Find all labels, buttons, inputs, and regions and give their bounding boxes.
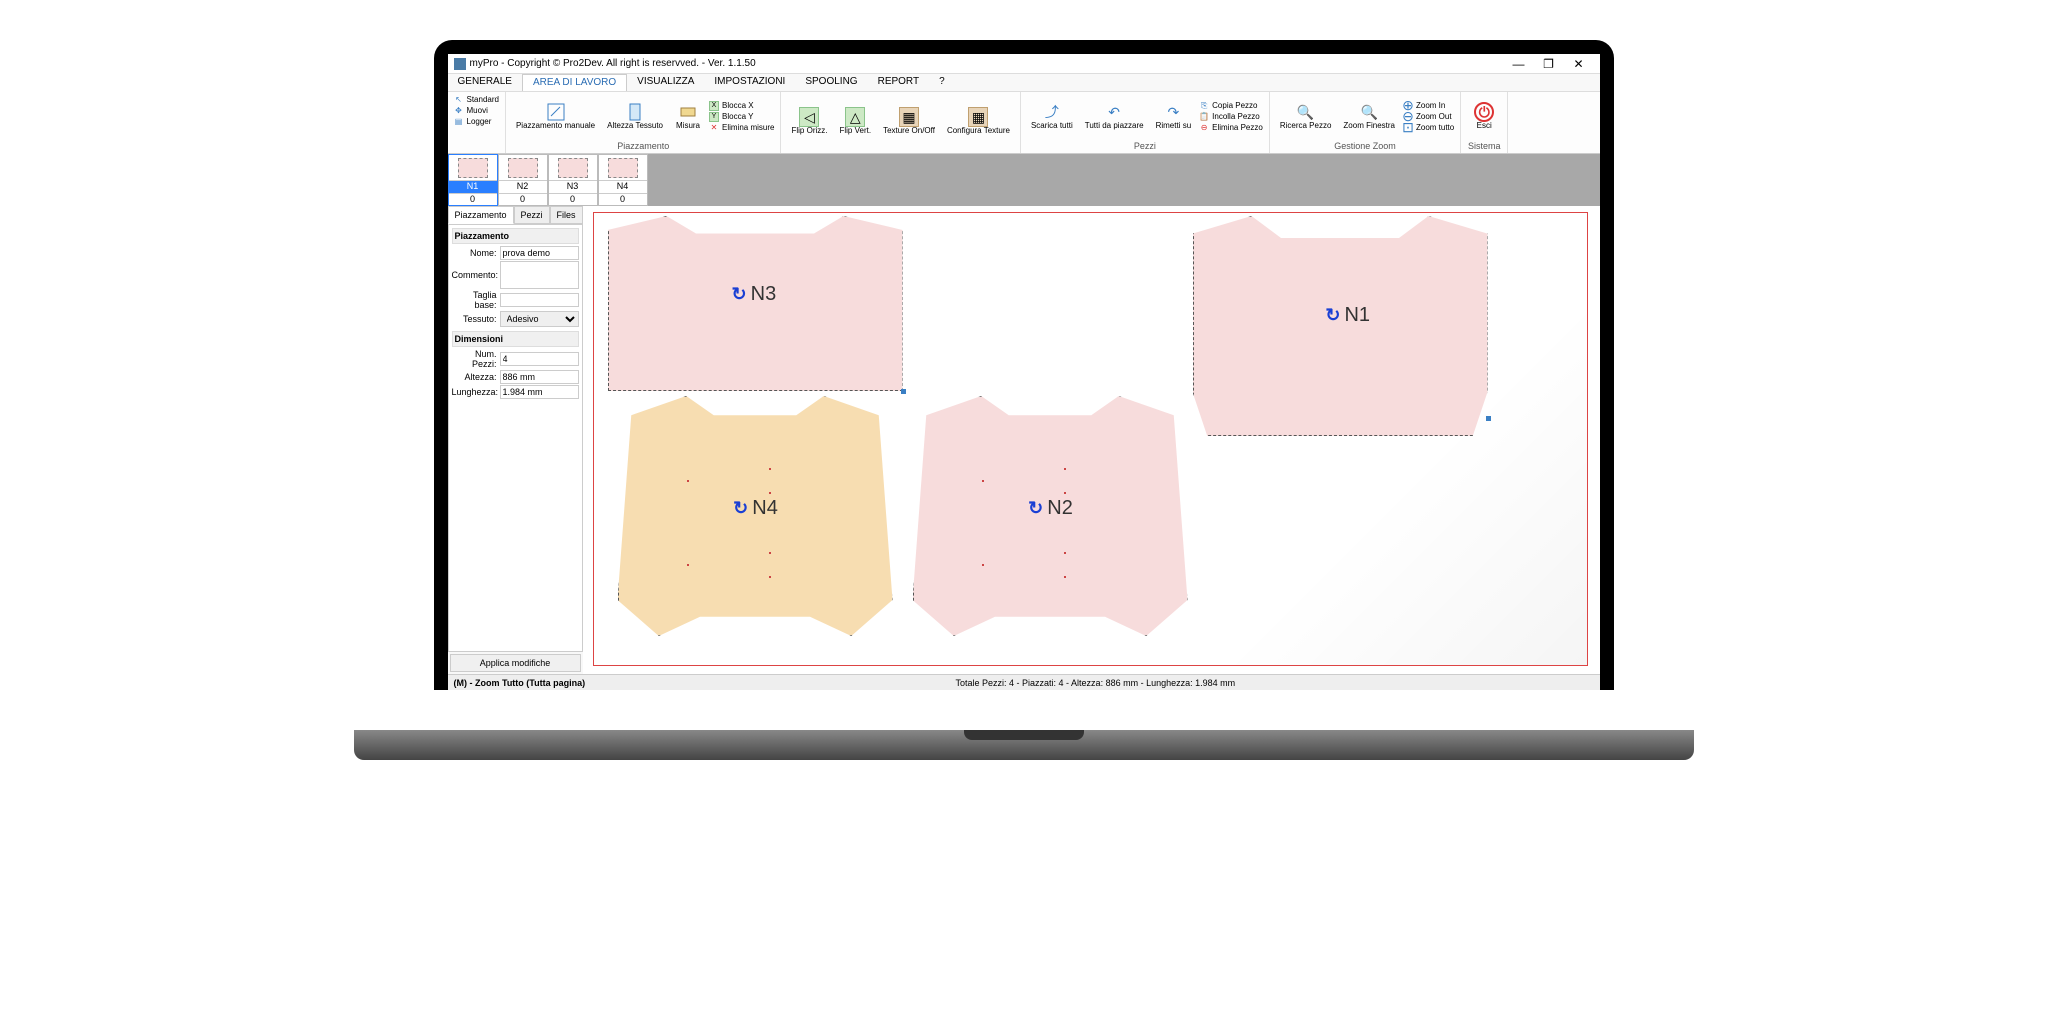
menu-visualizza[interactable]: VISUALIZZA [627,74,704,91]
menu-help[interactable]: ? [929,74,955,91]
nome-input[interactable] [500,246,579,260]
elimina-misure-button[interactable]: ✕Elimina misure [709,123,774,133]
zoom-tutto-button[interactable]: ⊡Zoom tutto [1403,123,1454,133]
maximize-button[interactable]: ❐ [1534,57,1564,71]
menu-area-di-lavoro[interactable]: AREA DI LAVORO [522,74,627,91]
piece-thumb-n2[interactable]: N2 0 [498,154,548,206]
piece-n3[interactable]: ↻N3 [608,216,903,391]
tab-piazzamento[interactable]: Piazzamento [448,206,514,224]
piece-thumb-n3[interactable]: N3 0 [548,154,598,206]
canvas-area[interactable]: ↻N3 ↻N1 ↻N4 ↻N2 [583,206,1600,674]
piece-n4[interactable]: ↻N4 [618,396,893,636]
minimize-button[interactable]: — [1504,57,1534,71]
tab-pezzi[interactable]: Pezzi [514,206,550,224]
menubar: GENERALE AREA DI LAVORO VISUALIZZA IMPOS… [448,74,1600,92]
sidebar: Piazzamento Pezzi Files Piazzamento Nome… [448,206,583,674]
scarica-tutti-button[interactable]: ⤴Scarica tutti [1027,94,1077,139]
statusbar: (M) - Zoom Tutto (Tutta pagina) Totale P… [448,674,1600,690]
blocca-y-button[interactable]: YBlocca Y [709,112,774,122]
applica-modifiche-button[interactable]: Applica modifiche [450,654,581,672]
toolbar: ↖Standard ✥Muovi ▤Logger Piazzamento man… [448,92,1600,154]
titlebar: myPro - Copyright © Pro2Dev. All right i… [448,54,1600,74]
piazzamento-section-title: Piazzamento [452,228,579,244]
piece-n1[interactable]: ↻N1 [1193,216,1488,436]
rotate-icon: ↻ [1028,498,1043,519]
pezzi-group-label: Pezzi [1027,139,1263,151]
rimetti-su-button[interactable]: ↷Rimetti su [1152,94,1196,139]
zoom-finestra-button[interactable]: 🔍Zoom Finestra [1339,94,1399,139]
piazzamento-group-label: Piazzamento [512,139,775,151]
tessuto-select[interactable]: Adesivo [500,311,579,327]
commento-input[interactable] [500,261,579,289]
rotate-icon: ↻ [1325,305,1340,326]
zoom-group-label: Gestione Zoom [1276,139,1454,151]
sistema-group-label: Sistema [1467,139,1501,151]
status-center: Totale Pezzi: 4 - Piazzati: 4 - Altezza:… [591,678,1599,688]
blocca-x-button[interactable]: XBlocca X [709,101,774,111]
status-left: (M) - Zoom Tutto (Tutta pagina) [448,678,592,688]
taglia-base-input[interactable] [500,293,579,307]
menu-generale[interactable]: GENERALE [448,74,522,91]
esci-button[interactable]: ⏻Esci [1467,94,1501,139]
muovi-button[interactable]: ✥Muovi [454,105,499,115]
piazzamento-manuale-button[interactable]: Piazzamento manuale [512,94,599,139]
num-pezzi-input[interactable] [500,352,579,366]
tutti-da-piazzare-button[interactable]: ↶Tutti da piazzare [1081,94,1148,139]
texture-toggle-button[interactable]: ▦Texture On/Off [879,94,939,149]
rotate-icon: ↻ [733,498,748,519]
ricerca-pezzo-button[interactable]: 🔍Ricerca Pezzo [1276,94,1336,139]
app-icon [454,58,466,70]
incolla-pezzo-button[interactable]: 📋Incolla Pezzo [1199,112,1263,122]
piece-n2[interactable]: ↻N2 [913,396,1188,636]
piece-thumb-n4[interactable]: N4 0 [598,154,648,206]
close-button[interactable]: ✕ [1564,57,1594,71]
pieces-strip: N1 0 N2 0 N3 0 N4 0 [448,154,1600,206]
flip-vert-button[interactable]: △Flip Vert. [835,94,875,149]
copia-pezzo-button[interactable]: ⎘Copia Pezzo [1199,101,1263,111]
piece-thumb-n1[interactable]: N1 0 [448,154,498,206]
lunghezza-input[interactable] [500,385,579,399]
flip-orizz-button[interactable]: ◁Flip Orizz. [787,94,831,149]
misura-button[interactable]: Misura [671,94,705,139]
window-title: myPro - Copyright © Pro2Dev. All right i… [470,58,756,69]
standard-button[interactable]: ↖Standard [454,94,499,104]
configura-texture-button[interactable]: ▦Configura Texture [943,94,1014,149]
rotate-icon: ↻ [732,284,747,305]
elimina-pezzo-button[interactable]: ⊖Elimina Pezzo [1199,123,1263,133]
menu-spooling[interactable]: SPOOLING [795,74,867,91]
altezza-input[interactable] [500,370,579,384]
altezza-tessuto-button[interactable]: Altezza Tessuto [603,94,667,139]
tab-files[interactable]: Files [550,206,583,224]
menu-impostazioni[interactable]: IMPOSTAZIONI [704,74,795,91]
logger-button[interactable]: ▤Logger [454,116,499,126]
menu-report[interactable]: REPORT [868,74,930,91]
dimensioni-section-title: Dimensioni [452,331,579,347]
